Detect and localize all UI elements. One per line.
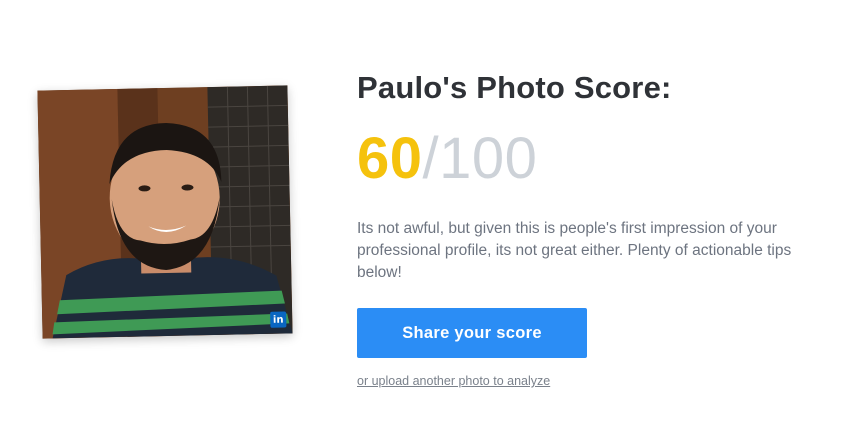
profile-photo: in: [37, 85, 293, 339]
score-max: 100: [439, 126, 538, 191]
upload-another-photo-link[interactable]: or upload another photo to analyze: [357, 374, 550, 388]
page-title: Paulo's Photo Score:: [357, 70, 672, 105]
profile-photo-image: [37, 85, 293, 339]
linkedin-icon: in: [270, 311, 287, 328]
photo-score: 60/100: [357, 130, 537, 188]
score-value: 60: [357, 126, 423, 191]
share-score-button[interactable]: Share your score: [357, 308, 587, 358]
score-separator: /: [422, 126, 440, 191]
photo-score-page: in Paulo's Photo Score: 60/100 Its not a…: [0, 0, 850, 446]
score-description: Its not awful, but given this is people'…: [357, 220, 792, 281]
